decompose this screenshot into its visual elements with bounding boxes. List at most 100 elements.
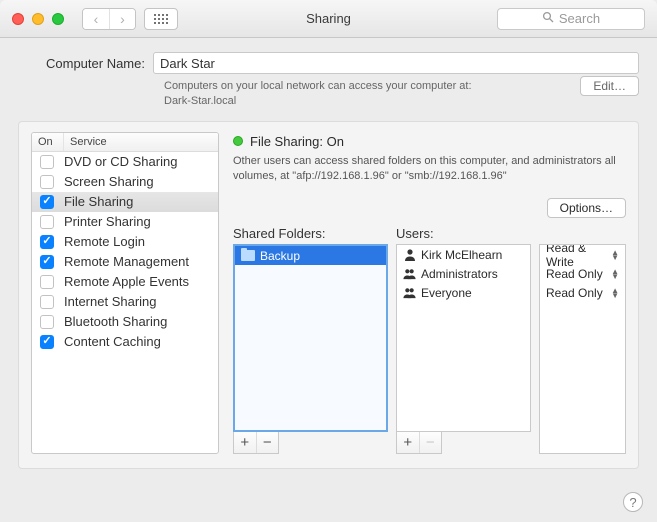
service-row[interactable]: Remote Login — [32, 232, 218, 252]
status-line: File Sharing: On — [233, 134, 626, 149]
computer-name-input[interactable] — [153, 52, 639, 74]
lists-row: Shared Folders: Backup + − Users: Kirk M… — [233, 226, 626, 453]
user-label: Everyone — [421, 286, 472, 300]
service-label: DVD or CD Sharing — [54, 154, 177, 169]
service-detail: File Sharing: On Other users can access … — [233, 132, 626, 454]
services-header: On Service — [32, 133, 218, 152]
titlebar: ‹ › Sharing Search — [0, 0, 657, 38]
show-all-button[interactable] — [144, 8, 178, 30]
folders-add-remove: + − — [233, 432, 279, 454]
permissions-label — [539, 226, 626, 244]
users-label: Users: — [396, 226, 531, 244]
shared-folders-list[interactable]: Backup — [233, 244, 388, 431]
service-checkbox[interactable] — [40, 275, 54, 289]
options-button[interactable]: Options… — [547, 198, 626, 218]
back-button[interactable]: ‹ — [83, 9, 109, 29]
computer-name-row: Computer Name: — [18, 52, 639, 74]
service-label: Screen Sharing — [54, 174, 154, 189]
computer-name-label: Computer Name: — [18, 56, 145, 71]
service-row[interactable]: Content Caching — [32, 332, 218, 352]
search-field[interactable]: Search — [497, 8, 645, 30]
column-on-header[interactable]: On — [32, 133, 64, 151]
nav-back-forward: ‹ › — [82, 8, 136, 30]
users-column: Users: Kirk McElhearn Administrators Every… — [396, 226, 531, 453]
computer-name-subtext: Computers on your local network can acce… — [18, 74, 639, 109]
service-checkbox[interactable] — [40, 215, 54, 229]
lower-panel: On Service DVD or CD Sharing Screen Shari… — [18, 121, 639, 469]
shared-folder-item[interactable]: Backup — [235, 246, 386, 265]
stepper-icon[interactable]: ▲▼ — [611, 269, 619, 279]
people-icon — [403, 286, 416, 299]
service-label: Remote Login — [54, 234, 145, 249]
services-table: On Service DVD or CD Sharing Screen Shari… — [31, 132, 219, 454]
stepper-icon[interactable]: ▲▼ — [611, 288, 619, 298]
stepper-icon[interactable]: ▲▼ — [611, 250, 619, 260]
user-item[interactable]: Administrators — [397, 264, 530, 283]
service-checkbox[interactable] — [40, 255, 54, 269]
add-folder-button[interactable]: + — [234, 432, 256, 453]
service-checkbox[interactable] — [40, 295, 54, 309]
subtext-line2: Dark-Star.local — [164, 95, 236, 107]
service-row[interactable]: Remote Apple Events — [32, 272, 218, 292]
folder-label: Backup — [260, 249, 300, 263]
help-button[interactable]: ? — [623, 492, 643, 512]
status-indicator-icon — [233, 136, 243, 146]
service-row[interactable]: Screen Sharing — [32, 172, 218, 192]
service-checkbox[interactable] — [40, 235, 54, 249]
remove-user-button: − — [419, 432, 442, 453]
service-label: Content Caching — [54, 334, 161, 349]
window-controls — [0, 13, 64, 25]
status-title: File Sharing: On — [250, 134, 344, 149]
service-row[interactable]: DVD or CD Sharing — [32, 152, 218, 172]
service-row[interactable]: Remote Management — [32, 252, 218, 272]
user-item[interactable]: Kirk McElhearn — [397, 245, 530, 264]
forward-button[interactable]: › — [109, 9, 135, 29]
column-service-header[interactable]: Service — [64, 133, 218, 151]
user-item[interactable]: Everyone — [397, 283, 530, 302]
folder-icon — [241, 250, 255, 261]
service-checkbox[interactable] — [40, 315, 54, 329]
permission-item[interactable]: Read Only ▲▼ — [540, 264, 625, 283]
shared-folders-label: Shared Folders: — [233, 226, 388, 244]
zoom-window-button[interactable] — [52, 13, 64, 25]
remove-folder-button[interactable]: − — [256, 432, 279, 453]
close-window-button[interactable] — [12, 13, 24, 25]
service-checkbox[interactable] — [40, 335, 54, 349]
service-label: Printer Sharing — [54, 214, 151, 229]
grid-icon — [154, 14, 168, 24]
permission-label: Read Only — [546, 286, 603, 300]
edit-hostname-button[interactable]: Edit… — [580, 76, 639, 96]
service-checkbox[interactable] — [40, 195, 54, 209]
permission-item[interactable]: Read Only ▲▼ — [540, 283, 625, 302]
minimize-window-button[interactable] — [32, 13, 44, 25]
status-description: Other users can access shared folders on… — [233, 149, 626, 185]
subtext-line1: Computers on your local network can acce… — [164, 80, 472, 92]
user-label: Kirk McElhearn — [421, 248, 502, 262]
service-checkbox[interactable] — [40, 155, 54, 169]
sharing-preferences-window: ‹ › Sharing Search Computer Name: Comput… — [0, 0, 657, 522]
service-label: Bluetooth Sharing — [54, 314, 167, 329]
users-list[interactable]: Kirk McElhearn Administrators Everyone — [396, 244, 531, 431]
service-label: File Sharing — [54, 194, 133, 209]
service-row[interactable]: Printer Sharing — [32, 212, 218, 232]
permission-label: Read Only — [546, 267, 603, 281]
services-body: DVD or CD Sharing Screen Sharing File Shar… — [32, 152, 218, 352]
permissions-list[interactable]: Read & Write▲▼ Read Only ▲▼ Read Only ▲▼ — [539, 244, 626, 453]
service-row[interactable]: Bluetooth Sharing — [32, 312, 218, 332]
service-label: Remote Apple Events — [54, 274, 189, 289]
users-add-remove: + − — [396, 432, 442, 454]
search-placeholder: Search — [559, 11, 600, 26]
add-user-button[interactable]: + — [397, 432, 419, 453]
service-checkbox[interactable] — [40, 175, 54, 189]
service-row[interactable]: File Sharing — [32, 192, 218, 212]
shared-folders-column: Shared Folders: Backup + − — [233, 226, 388, 453]
user-label: Administrators — [421, 267, 498, 281]
content-area: Computer Name: Computers on your local n… — [0, 38, 657, 479]
permissions-column: Read & Write▲▼ Read Only ▲▼ Read Only ▲▼ — [539, 226, 626, 453]
service-label: Remote Management — [54, 254, 189, 269]
permission-item[interactable]: Read & Write▲▼ — [540, 245, 625, 264]
search-icon — [542, 11, 554, 26]
person-icon — [403, 248, 416, 261]
service-label: Internet Sharing — [54, 294, 157, 309]
service-row[interactable]: Internet Sharing — [32, 292, 218, 312]
